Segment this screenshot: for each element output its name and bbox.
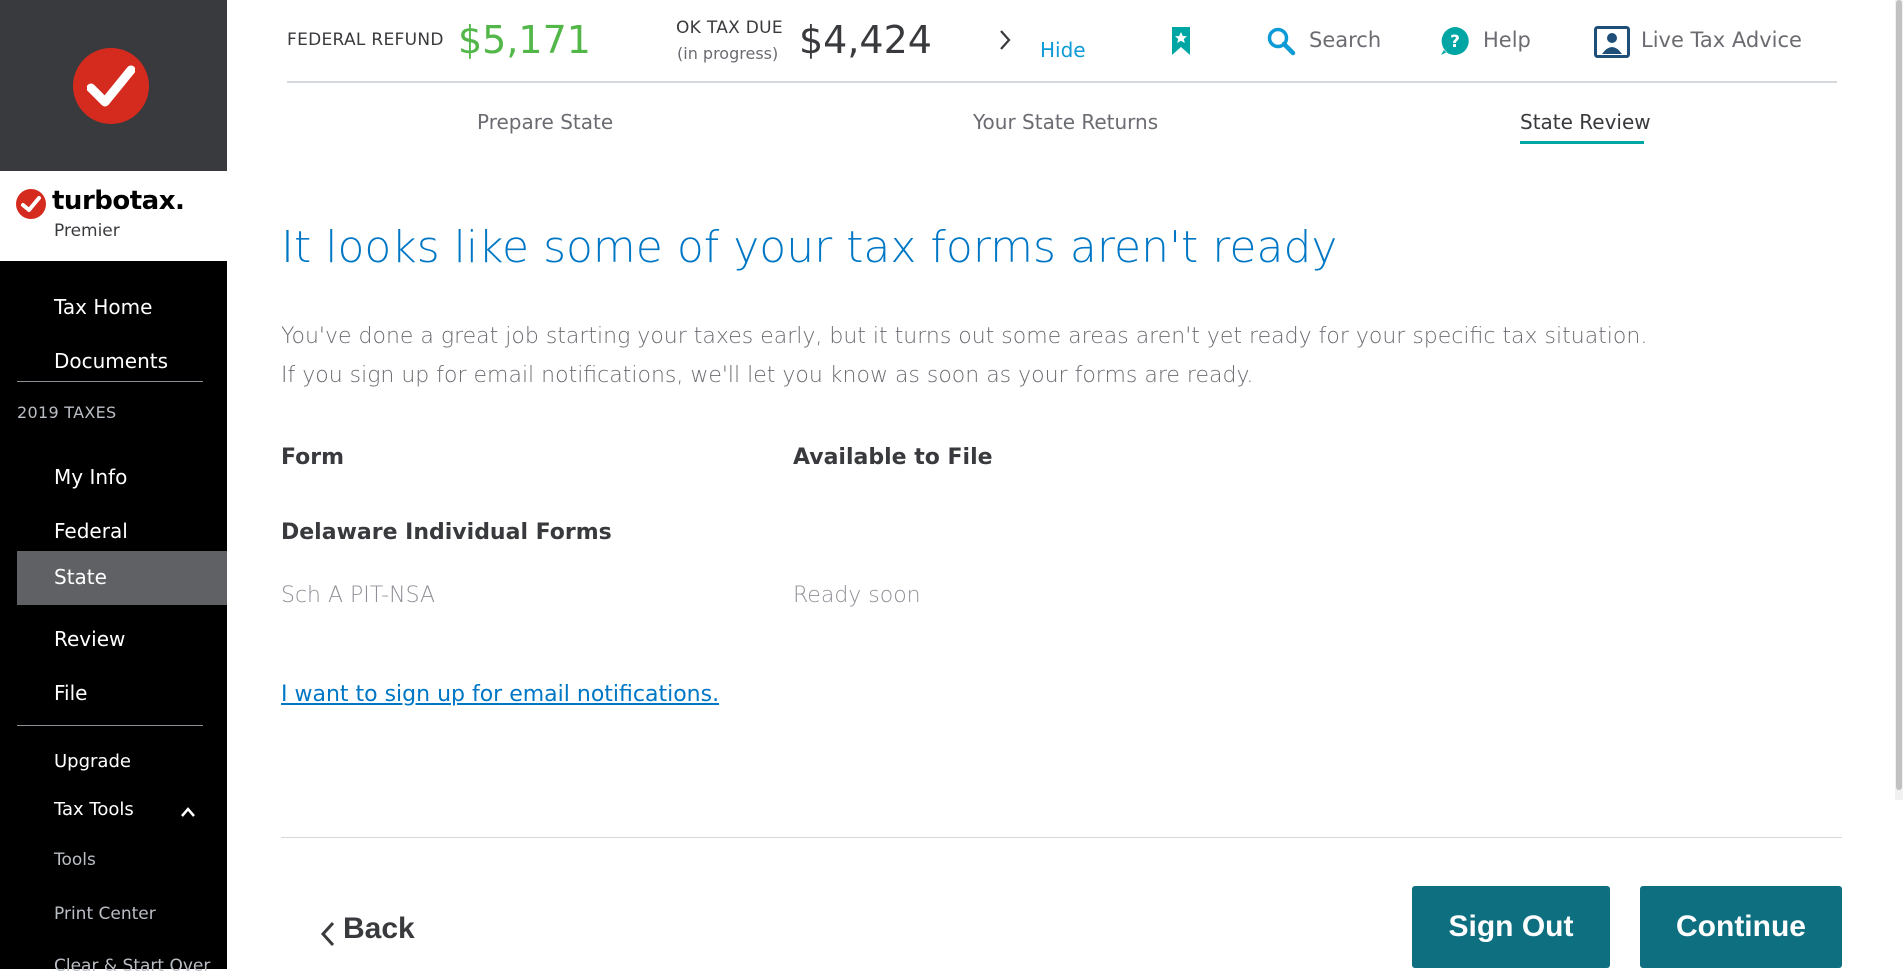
nav-state[interactable]: State <box>17 551 227 605</box>
nav-upgrade[interactable]: Upgrade <box>54 751 131 772</box>
brand-dot: . <box>174 186 185 216</box>
nav-clear-start-over[interactable]: Clear & Start Over <box>54 956 210 976</box>
search-button[interactable]: Search <box>1309 28 1381 52</box>
nav-tax-home[interactable]: Tax Home <box>0 281 227 335</box>
step-state-review[interactable]: State Review <box>1520 110 1651 134</box>
help-button[interactable]: Help <box>1483 28 1531 52</box>
live-advice-expert-icon[interactable] <box>1594 26 1630 58</box>
search-icon[interactable] <box>1266 26 1296 56</box>
form-group-title: Delaware Individual Forms <box>281 520 612 545</box>
form-status: Ready soon <box>793 583 921 608</box>
chevron-right-icon[interactable] <box>998 28 1012 52</box>
nav-review[interactable]: Review <box>0 613 227 667</box>
active-step-underline <box>1520 141 1644 144</box>
brand-check-icon <box>16 189 46 219</box>
nav-divider <box>17 381 203 382</box>
brand-name: turbotax. <box>52 186 185 216</box>
chevron-left-icon[interactable] <box>320 920 336 948</box>
nav-my-info[interactable]: My Info <box>0 451 227 505</box>
page-scrollbar[interactable] <box>1895 0 1903 800</box>
form-name: Sch A PIT-NSA <box>281 583 436 608</box>
step-your-state-returns[interactable]: Your State Returns <box>973 110 1158 134</box>
help-icon[interactable]: ? <box>1440 26 1470 56</box>
nav-tax-tools[interactable]: Tax Tools <box>54 799 134 820</box>
brand-box: turbotax. Premier <box>0 171 227 261</box>
brand-edition: Premier <box>54 221 120 241</box>
continue-button[interactable]: Continue <box>1640 886 1842 968</box>
nav-section-header: 2019 TAXES <box>17 403 117 422</box>
chevron-up-icon[interactable] <box>180 806 196 818</box>
nav-divider <box>17 725 203 726</box>
svg-text:?: ? <box>1450 32 1460 52</box>
topbar-divider <box>287 81 1837 83</box>
column-header-available: Available to File <box>793 445 993 470</box>
ok-tax-due-label: OK TAX DUE <box>676 18 783 38</box>
nav-print-center[interactable]: Print Center <box>54 904 156 924</box>
step-prepare-state[interactable]: Prepare State <box>477 110 613 134</box>
sign-out-button[interactable]: Sign Out <box>1412 886 1610 968</box>
hide-link[interactable]: Hide <box>1040 38 1086 62</box>
nav-file[interactable]: File <box>0 667 227 721</box>
federal-refund-label: FEDERAL REFUND <box>287 30 444 50</box>
intro-text-line-2: If you sign up for email notifications, … <box>281 363 1254 388</box>
bookmark-icon[interactable] <box>1170 26 1192 56</box>
page-title: It looks like some of your tax forms are… <box>281 222 1338 273</box>
back-button[interactable]: Back <box>343 912 415 946</box>
scrollbar-thumb[interactable] <box>1896 0 1902 790</box>
federal-refund-amount: $5,171 <box>458 18 591 62</box>
turbotax-checkmark-logo-icon[interactable] <box>73 48 149 124</box>
email-notification-link[interactable]: I want to sign up for email notification… <box>281 682 719 707</box>
intro-text-line-1: You've done a great job starting your ta… <box>281 324 1648 349</box>
nav-tools[interactable]: Tools <box>54 850 96 870</box>
footer-divider <box>281 837 1842 838</box>
column-header-form: Form <box>281 445 345 470</box>
logo-area <box>0 0 227 171</box>
ok-tax-due-status: (in progress) <box>677 44 779 63</box>
live-tax-advice-button[interactable]: Live Tax Advice <box>1641 28 1802 52</box>
ok-tax-due-amount: $4,424 <box>799 18 932 62</box>
sidebar: turbotax. Premier Tax Home Documents 201… <box>0 0 227 976</box>
